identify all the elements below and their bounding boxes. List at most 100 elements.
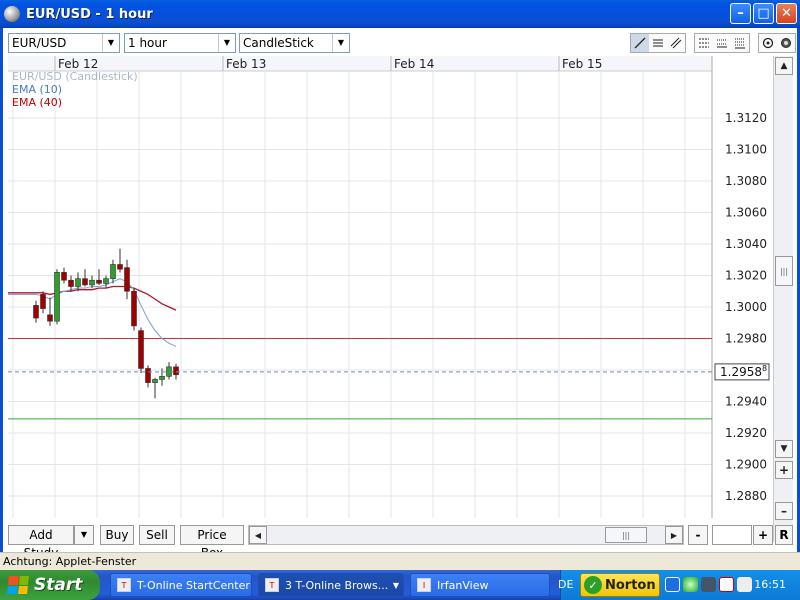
language-indicator[interactable]: DE bbox=[558, 578, 573, 591]
interval-value: 1 hour bbox=[128, 36, 167, 50]
y-tick-label: 1.3100 bbox=[725, 143, 767, 157]
y-tick-label: 1.3020 bbox=[725, 269, 767, 283]
window-title: EUR/USD - 1 hour bbox=[26, 6, 153, 22]
volume-icon[interactable] bbox=[737, 577, 752, 592]
grid-lines-icon[interactable] bbox=[713, 34, 731, 52]
chart-type-select[interactable]: CandleStick ▼ bbox=[239, 33, 350, 53]
irfanview-icon: I bbox=[417, 578, 431, 592]
y-tick-label: 1.3040 bbox=[725, 237, 767, 251]
vertical-scroll-thumb[interactable]: ||| bbox=[775, 256, 793, 286]
grid-tools bbox=[694, 33, 750, 53]
y-tick-label: 1.2980 bbox=[725, 332, 767, 346]
start-button[interactable]: Start bbox=[0, 570, 100, 600]
time-zoom-out-button[interactable]: - bbox=[688, 525, 708, 545]
x-tick-label: Feb 14 bbox=[394, 57, 434, 71]
close-button[interactable]: ✕ bbox=[776, 3, 797, 24]
candle-body bbox=[152, 379, 158, 383]
reset-button[interactable]: R bbox=[775, 525, 793, 545]
y-tick-label: 1.3000 bbox=[725, 300, 767, 314]
candle-body bbox=[47, 314, 53, 322]
date-header bbox=[8, 56, 712, 71]
legend-instrument: EUR/USD (Candlestick) bbox=[12, 70, 138, 83]
candle-body bbox=[40, 294, 46, 309]
chart-canvas[interactable]: 1.3120 1.3100 1.3080 1.3060 1.3040 1.3020 1.30… bbox=[8, 56, 771, 518]
y-tick-label: 1.3080 bbox=[725, 174, 767, 188]
chart-window: EUR/USD ▼ 1 hour ▼ CandleStick ▼ 1.3120 … bbox=[0, 28, 800, 560]
trend-line-icon[interactable] bbox=[631, 34, 649, 52]
horizontal-lines-icon[interactable] bbox=[649, 34, 667, 52]
y-tick-label: 1.3120 bbox=[725, 111, 767, 125]
windows-taskbar: Start T T-Online StartCenter T 3 T-Onlin… bbox=[0, 570, 800, 600]
legend-ema10: EMA (10) bbox=[12, 83, 63, 96]
applet-warning: Achtung: Applet-Fenster bbox=[0, 552, 800, 570]
security-icon[interactable] bbox=[719, 577, 734, 592]
maximize-button[interactable]: □ bbox=[753, 3, 774, 24]
y-tick-label: 1.2920 bbox=[725, 426, 767, 440]
current-price-superscript: 8 bbox=[762, 364, 767, 373]
candle-body bbox=[82, 278, 88, 286]
time-zoom-in-button[interactable]: + bbox=[753, 525, 773, 545]
minimize-button[interactable]: – bbox=[730, 3, 751, 24]
candle-body bbox=[75, 278, 81, 287]
task-tonline-browser[interactable]: T 3 T-Online Brows... ▼ bbox=[258, 573, 404, 597]
vertical-scrollbar[interactable]: ▲ ||| ▼ + – bbox=[773, 56, 793, 542]
scroll-down-button[interactable]: ▼ bbox=[775, 440, 793, 458]
zoom-out-button[interactable]: – bbox=[775, 502, 793, 520]
zoom-icon[interactable] bbox=[777, 34, 795, 52]
scroll-up-button[interactable]: ▲ bbox=[775, 57, 793, 75]
norton-button[interactable]: ✓ Norton bbox=[580, 573, 660, 597]
candle-body bbox=[33, 305, 39, 319]
tonline-icon: T bbox=[117, 578, 131, 592]
symbol-value: EUR/USD bbox=[12, 36, 67, 50]
fibonacci-icon[interactable] bbox=[695, 34, 713, 52]
sell-button[interactable]: Sell bbox=[139, 525, 175, 545]
check-icon: ✓ bbox=[584, 576, 602, 594]
buy-button[interactable]: Buy bbox=[100, 525, 134, 545]
channel-line-icon[interactable] bbox=[667, 34, 685, 52]
candle-body bbox=[54, 272, 60, 322]
add-study-button[interactable]: Add Study bbox=[8, 525, 74, 560]
symbol-select[interactable]: EUR/USD ▼ bbox=[8, 33, 120, 53]
candle-body bbox=[117, 264, 123, 270]
browser-icon: T bbox=[265, 578, 279, 592]
crosshair-icon[interactable] bbox=[759, 34, 777, 52]
x-tick-label: Feb 13 bbox=[226, 57, 266, 71]
horizontal-scroll-thumb[interactable]: ||| bbox=[605, 527, 647, 543]
interval-select[interactable]: 1 hour ▼ bbox=[124, 33, 236, 53]
scroll-right-button[interactable]: ▶ bbox=[665, 526, 683, 544]
time-zoom-field[interactable] bbox=[712, 525, 752, 545]
grid-dense-icon[interactable] bbox=[731, 34, 749, 52]
legend-ema40: EMA (40) bbox=[12, 96, 63, 109]
x-tick-label: Feb 15 bbox=[562, 57, 602, 71]
drawing-tools bbox=[622, 33, 796, 53]
candle-body bbox=[68, 279, 74, 287]
view-tools bbox=[758, 33, 796, 53]
zoom-in-button[interactable]: + bbox=[775, 461, 793, 479]
title-bar: EUR/USD - 1 hour – □ ✕ bbox=[0, 0, 800, 28]
back-arrow-icon[interactable] bbox=[665, 577, 680, 592]
task-label: IrfanView bbox=[437, 578, 489, 592]
task-tonline-startcenter[interactable]: T T-Online StartCenter bbox=[110, 573, 252, 597]
monitor-icon[interactable] bbox=[701, 577, 716, 592]
candle-body bbox=[124, 267, 130, 292]
chart-toolbar: EUR/USD ▼ 1 hour ▼ CandleStick ▼ bbox=[8, 33, 796, 55]
scroll-left-button[interactable]: ◀ bbox=[249, 526, 267, 544]
candle-body bbox=[89, 279, 95, 286]
start-label: Start bbox=[34, 575, 83, 595]
price-box-button[interactable]: Price Box bbox=[180, 525, 244, 560]
chevron-down-icon: ▼ bbox=[102, 34, 119, 52]
candle-body bbox=[96, 279, 102, 284]
chart-legend: EUR/USD (Candlestick) EMA (10) EMA (40) bbox=[12, 70, 138, 109]
chevron-down-icon: ▼ bbox=[332, 34, 349, 52]
tray-icons bbox=[665, 577, 752, 592]
y-tick-label: 1.2900 bbox=[725, 458, 767, 472]
price-chart[interactable]: 1.3120 1.3100 1.3080 1.3060 1.3040 1.3020 1.30… bbox=[8, 56, 771, 518]
task-label: 3 T-Online Brows... bbox=[285, 578, 389, 592]
y-tick-label: 1.2880 bbox=[725, 489, 767, 503]
task-irfanview[interactable]: I IrfanView bbox=[410, 573, 550, 597]
horizontal-scrollbar[interactable]: ◀ ||| ▶ bbox=[248, 525, 684, 545]
add-study-dropdown[interactable]: ▼ bbox=[74, 525, 94, 545]
candle-body bbox=[110, 264, 116, 279]
norton-label: Norton bbox=[605, 577, 656, 593]
network-icon[interactable] bbox=[683, 577, 698, 592]
